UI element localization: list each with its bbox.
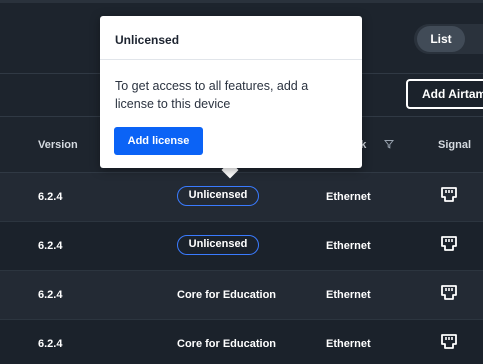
ethernet-port-icon xyxy=(441,187,457,202)
ethernet-port-icon xyxy=(441,285,457,300)
ethernet-port-icon xyxy=(441,334,457,349)
ethernet-port-icon xyxy=(441,236,457,251)
license-popover: Unlicensed To get access to all features… xyxy=(100,16,362,168)
version-cell: 6.2.4 xyxy=(38,289,63,301)
popover-divider xyxy=(100,59,362,60)
license-cell: Core for Education xyxy=(177,338,277,350)
list-view-button[interactable]: List xyxy=(417,26,465,52)
table-row[interactable]: 6.2.4 Unlicensed Ethernet xyxy=(0,173,483,222)
column-header-version[interactable]: Version xyxy=(38,139,78,151)
filter-icon[interactable] xyxy=(384,139,394,149)
table-row[interactable]: 6.2.4 Core for Education Ethernet xyxy=(0,271,483,320)
add-license-button[interactable]: Add license xyxy=(114,127,203,155)
network-cell: Ethernet xyxy=(326,338,371,350)
version-cell: 6.2.4 xyxy=(38,191,63,203)
popover-title: Unlicensed xyxy=(115,33,180,47)
network-cell: Ethernet xyxy=(326,289,371,301)
table-row[interactable]: 6.2.4 Unlicensed Ethernet xyxy=(0,222,483,271)
table-row[interactable]: 6.2.4 Core for Education Ethernet xyxy=(0,320,483,364)
column-header-signal[interactable]: Signal xyxy=(438,139,471,151)
add-airtame-button[interactable]: Add Airtame xyxy=(406,79,483,109)
network-cell: Ethernet xyxy=(326,191,371,203)
license-status-badge[interactable]: Unlicensed xyxy=(177,235,259,255)
license-cell: Core for Education xyxy=(177,289,277,301)
popover-message: To get access to all features, add a lic… xyxy=(115,79,309,111)
version-cell: 6.2.4 xyxy=(38,338,63,350)
license-status-badge[interactable]: Unlicensed xyxy=(177,186,259,206)
version-cell: 6.2.4 xyxy=(38,240,63,252)
network-cell: Ethernet xyxy=(326,240,371,252)
